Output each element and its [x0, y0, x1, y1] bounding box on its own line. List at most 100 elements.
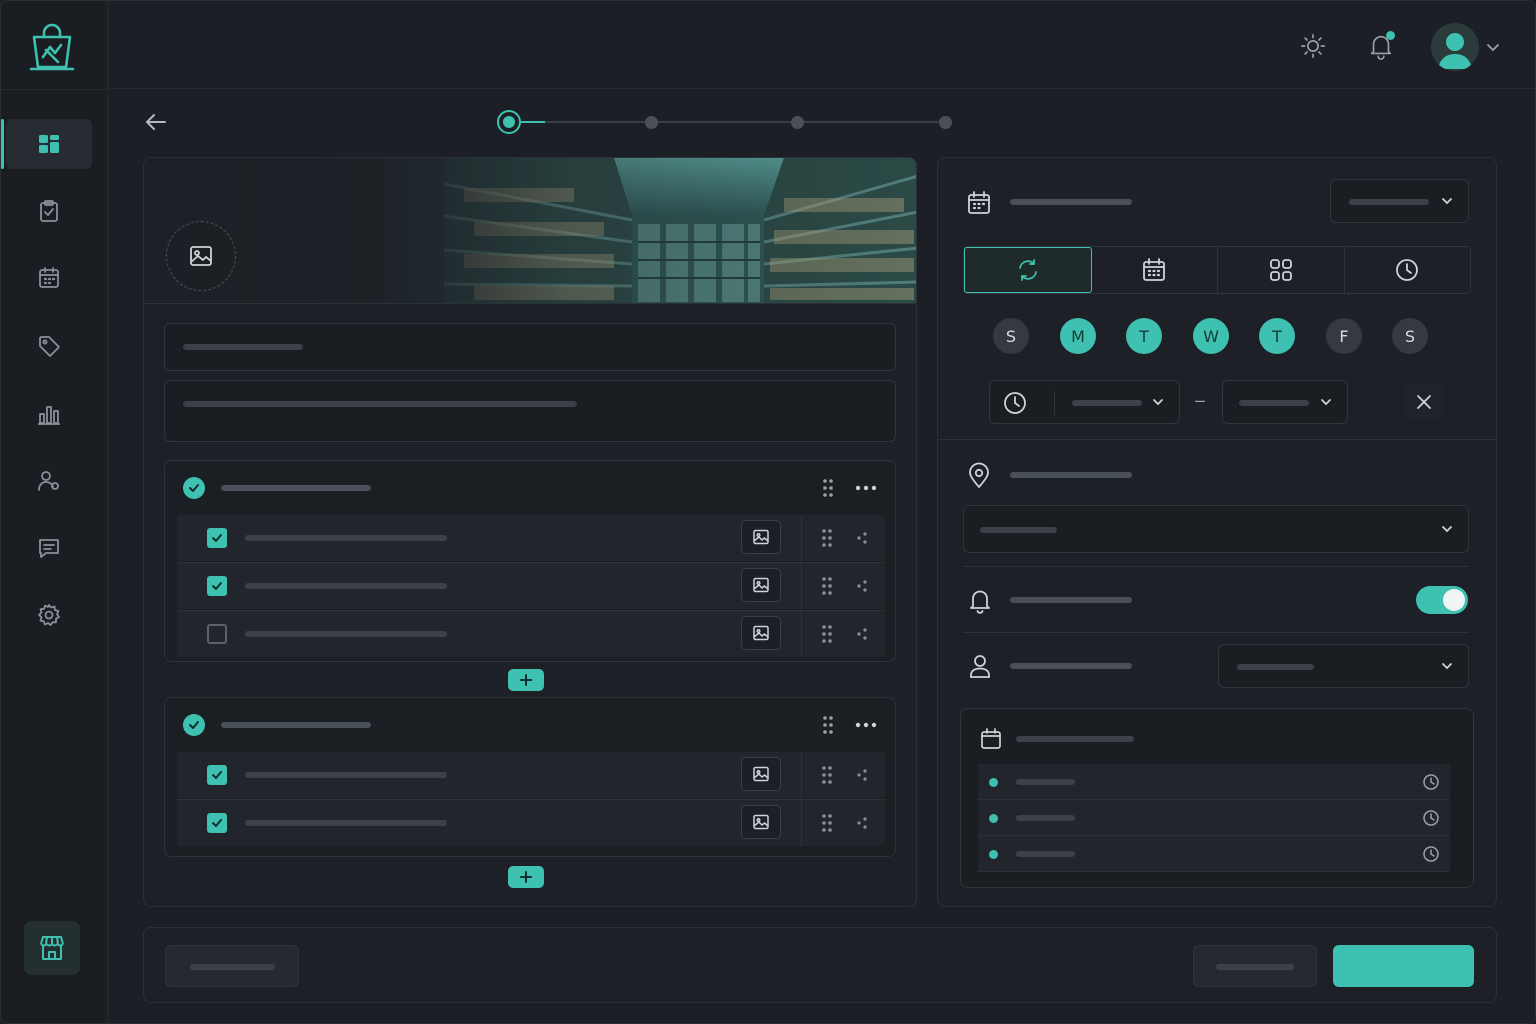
- schedule-entry[interactable]: [978, 800, 1450, 836]
- sidebar-item-tasks[interactable]: [6, 186, 92, 236]
- day-toggle-saturday[interactable]: S: [1392, 318, 1428, 354]
- attach-image-button[interactable]: [741, 616, 781, 650]
- drag-handle-icon[interactable]: [820, 528, 834, 548]
- map-pin-icon: [969, 462, 989, 488]
- day-toggle-sunday[interactable]: S: [993, 318, 1029, 354]
- drag-handle-icon[interactable]: [820, 624, 834, 644]
- entry-text: [1016, 779, 1075, 785]
- store-button[interactable]: [24, 921, 80, 975]
- sidebar-item-users[interactable]: [6, 456, 92, 506]
- user-avatar[interactable]: [1431, 23, 1479, 71]
- schedule-entry[interactable]: [978, 836, 1450, 872]
- schedule-entry[interactable]: [978, 764, 1450, 800]
- item-checkbox[interactable]: [207, 813, 227, 833]
- attach-image-button[interactable]: [741, 757, 781, 791]
- more-options-icon[interactable]: [855, 485, 877, 491]
- sidebar-item-settings[interactable]: [6, 590, 92, 640]
- add-item-button[interactable]: [508, 669, 544, 691]
- checklist-item: [177, 752, 885, 798]
- segment-repeat[interactable]: [964, 247, 1092, 293]
- segment-date[interactable]: [1092, 247, 1218, 293]
- start-time-dropdown[interactable]: [989, 380, 1180, 424]
- continue-button[interactable]: [1333, 945, 1474, 987]
- title-input[interactable]: [164, 323, 896, 371]
- drag-handle-icon[interactable]: [821, 478, 835, 498]
- sidebar-item-analytics[interactable]: [6, 389, 92, 439]
- step-4[interactable]: [939, 116, 952, 129]
- step-2[interactable]: [645, 116, 658, 129]
- attach-image-button[interactable]: [741, 568, 781, 602]
- item-checkbox[interactable]: [207, 624, 227, 644]
- drag-handle-icon[interactable]: [821, 715, 835, 735]
- location-dropdown[interactable]: [963, 505, 1469, 553]
- top-bar: [108, 1, 1535, 89]
- share-icon[interactable]: [855, 816, 869, 830]
- attach-image-button[interactable]: [741, 805, 781, 839]
- day-toggle-tuesday[interactable]: T: [1126, 318, 1162, 354]
- unread-badge: [1386, 31, 1395, 40]
- time-range-separator: –: [1194, 390, 1205, 410]
- title-placeholder: [183, 344, 303, 350]
- clock-icon: [1423, 774, 1439, 790]
- upload-image-button[interactable]: [166, 221, 236, 291]
- sidebar: [1, 1, 108, 1023]
- chevron-down-icon: [1153, 399, 1163, 406]
- action-footer: [143, 927, 1497, 1003]
- share-icon[interactable]: [855, 579, 869, 593]
- secondary-action-button[interactable]: [165, 945, 299, 987]
- description-placeholder: [183, 401, 577, 407]
- bell-icon: [970, 590, 990, 614]
- item-checkbox[interactable]: [207, 765, 227, 785]
- sidebar-item-dashboard[interactable]: [1, 119, 92, 169]
- share-icon[interactable]: [855, 531, 869, 545]
- theme-toggle-button[interactable]: [1298, 31, 1328, 61]
- drag-handle-icon[interactable]: [820, 813, 834, 833]
- check-icon: [189, 721, 199, 729]
- attach-image-button[interactable]: [741, 520, 781, 554]
- app-window: S M T W T F S –: [0, 0, 1536, 1024]
- drag-handle-icon[interactable]: [820, 765, 834, 785]
- sidebar-item-messages[interactable]: [6, 523, 92, 573]
- end-time-dropdown[interactable]: [1222, 380, 1348, 424]
- assignee-dropdown[interactable]: [1218, 644, 1469, 688]
- notifications-toggle[interactable]: [1416, 586, 1468, 614]
- day-toggle-monday[interactable]: M: [1060, 318, 1096, 354]
- back-button[interactable]: [143, 111, 169, 133]
- close-icon: [1417, 395, 1431, 409]
- share-icon[interactable]: [855, 627, 869, 641]
- description-input[interactable]: [164, 380, 896, 442]
- drag-handle-icon[interactable]: [820, 576, 834, 596]
- group-check[interactable]: [183, 714, 205, 736]
- share-icon[interactable]: [855, 768, 869, 782]
- end-time-value: [1239, 400, 1309, 406]
- schedule-settings-card: S M T W T F S –: [937, 157, 1497, 907]
- entry-text: [1016, 815, 1075, 821]
- sidebar-item-calendar[interactable]: [6, 253, 92, 303]
- clear-time-button[interactable]: [1404, 384, 1444, 420]
- day-toggle-friday[interactable]: F: [1326, 318, 1362, 354]
- item-checkbox[interactable]: [207, 576, 227, 596]
- step-3[interactable]: [791, 116, 804, 129]
- assignee-value: [1237, 664, 1314, 670]
- day-toggle-thursday[interactable]: T: [1259, 318, 1295, 354]
- step-1-current[interactable]: [497, 110, 521, 134]
- sidebar-item-tags[interactable]: [6, 321, 92, 371]
- segment-time[interactable]: [1345, 247, 1471, 293]
- segment-grid[interactable]: [1218, 247, 1345, 293]
- image-icon: [753, 577, 769, 593]
- checklist-item: [177, 611, 885, 657]
- row-divider: [801, 800, 802, 846]
- cover-image[interactable]: [144, 158, 916, 304]
- back-action-button[interactable]: [1193, 945, 1317, 987]
- start-time-value: [1072, 400, 1142, 406]
- shopping-bag-logo-icon[interactable]: [28, 23, 76, 73]
- day-toggle-wednesday[interactable]: W: [1193, 318, 1229, 354]
- group-check[interactable]: [183, 477, 205, 499]
- account-menu-chevron[interactable]: [1485, 39, 1501, 55]
- tag-icon: [39, 336, 60, 357]
- notifications-button[interactable]: [1366, 31, 1396, 61]
- item-checkbox[interactable]: [207, 528, 227, 548]
- frequency-dropdown[interactable]: [1330, 179, 1469, 223]
- more-options-icon[interactable]: [855, 722, 877, 728]
- add-item-button[interactable]: [508, 866, 544, 888]
